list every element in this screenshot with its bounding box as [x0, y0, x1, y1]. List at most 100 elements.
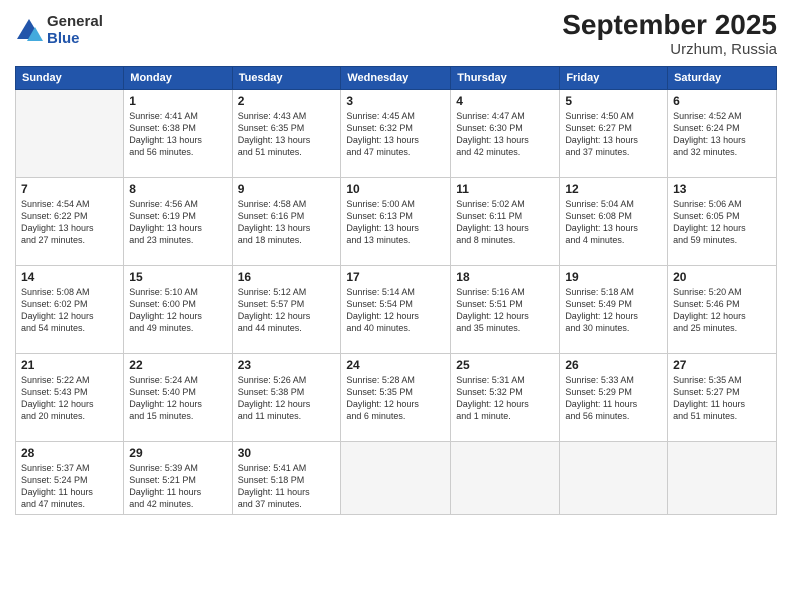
day-number: 27 — [673, 358, 771, 372]
day-info: Sunrise: 5:20 AM Sunset: 5:46 PM Dayligh… — [673, 286, 771, 335]
day-number: 7 — [21, 182, 118, 196]
day-number: 9 — [238, 182, 336, 196]
calendar-cell: 2 Sunrise: 4:43 AM Sunset: 6:35 PM Daylig… — [232, 89, 341, 177]
day-number: 20 — [673, 270, 771, 284]
calendar-cell: 28Sunrise: 5:37 AM Sunset: 5:24 PM Dayli… — [16, 441, 124, 515]
header-row: SundayMondayTuesdayWednesdayThursdayFrid… — [16, 66, 777, 89]
day-info: Sunrise: 5:12 AM Sunset: 5:57 PM Dayligh… — [238, 286, 336, 335]
day-number: 24 — [346, 358, 445, 372]
calendar-cell: 8 Sunrise: 4:56 AM Sunset: 6:19 PM Daylig… — [124, 177, 232, 265]
week-row-3: 14 Sunrise: 5:08 AM Sunset: 6:02 PM Dayli… — [16, 265, 777, 353]
day-info: Sunrise: 4:41 AM Sunset: 6:38 PM Dayligh… — [129, 110, 226, 159]
day-number: 22 — [129, 358, 226, 372]
day-number: 10 — [346, 182, 445, 196]
day-info: Sunrise: 5:00 AM Sunset: 6:13 PM Dayligh… — [346, 198, 445, 247]
calendar-cell: 5 Sunrise: 4:50 AM Sunset: 6:27 PM Daylig… — [560, 89, 668, 177]
day-number: 23 — [238, 358, 336, 372]
day-info: Sunrise: 5:31 AM Sunset: 5:32 PM Dayligh… — [456, 374, 554, 423]
header-cell-thursday: Thursday — [451, 66, 560, 89]
day-number: 8 — [129, 182, 226, 196]
calendar-cell — [16, 89, 124, 177]
week-row-5: 28Sunrise: 5:37 AM Sunset: 5:24 PM Dayli… — [16, 441, 777, 515]
calendar-cell: 26Sunrise: 5:33 AM Sunset: 5:29 PM Dayli… — [560, 353, 668, 441]
day-info: Sunrise: 5:26 AM Sunset: 5:38 PM Dayligh… — [238, 374, 336, 423]
calendar-cell: 15 Sunrise: 5:10 AM Sunset: 6:00 PM Dayli… — [124, 265, 232, 353]
day-info: Sunrise: 5:18 AM Sunset: 5:49 PM Dayligh… — [565, 286, 662, 335]
day-info: Sunrise: 5:39 AM Sunset: 5:21 PM Dayligh… — [129, 462, 226, 511]
calendar-cell: 13 Sunrise: 5:06 AM Sunset: 6:05 PM Dayli… — [668, 177, 777, 265]
week-row-1: 1Sunrise: 4:41 AM Sunset: 6:38 PM Daylig… — [16, 89, 777, 177]
calendar-cell: 10 Sunrise: 5:00 AM Sunset: 6:13 PM Dayli… — [341, 177, 451, 265]
day-info: Sunrise: 5:28 AM Sunset: 5:35 PM Dayligh… — [346, 374, 445, 423]
calendar-cell: 4 Sunrise: 4:47 AM Sunset: 6:30 PM Daylig… — [451, 89, 560, 177]
calendar-table: SundayMondayTuesdayWednesdayThursdayFrid… — [15, 66, 777, 516]
day-info: Sunrise: 4:45 AM Sunset: 6:32 PM Dayligh… — [346, 110, 445, 159]
calendar-cell: 17Sunrise: 5:14 AM Sunset: 5:54 PM Dayli… — [341, 265, 451, 353]
day-number: 11 — [456, 182, 554, 196]
day-number: 30 — [238, 446, 336, 460]
day-number: 3 — [346, 94, 445, 108]
day-number: 13 — [673, 182, 771, 196]
calendar-cell: 9 Sunrise: 4:58 AM Sunset: 6:16 PM Daylig… — [232, 177, 341, 265]
header-cell-saturday: Saturday — [668, 66, 777, 89]
calendar-cell: 30 Sunrise: 5:41 AM Sunset: 5:18 PM Dayli… — [232, 441, 341, 515]
logo: General Blue — [15, 14, 103, 47]
day-info: Sunrise: 4:50 AM Sunset: 6:27 PM Dayligh… — [565, 110, 662, 159]
calendar-cell: 22 Sunrise: 5:24 AM Sunset: 5:40 PM Dayli… — [124, 353, 232, 441]
day-info: Sunrise: 4:56 AM Sunset: 6:19 PM Dayligh… — [129, 198, 226, 247]
calendar-cell: 27Sunrise: 5:35 AM Sunset: 5:27 PM Dayli… — [668, 353, 777, 441]
week-row-4: 21Sunrise: 5:22 AM Sunset: 5:43 PM Dayli… — [16, 353, 777, 441]
day-number: 17 — [346, 270, 445, 284]
day-number: 28 — [21, 446, 118, 460]
day-number: 18 — [456, 270, 554, 284]
logo-text: General Blue — [47, 14, 103, 47]
day-number: 5 — [565, 94, 662, 108]
day-info: Sunrise: 5:16 AM Sunset: 5:51 PM Dayligh… — [456, 286, 554, 335]
day-info: Sunrise: 4:47 AM Sunset: 6:30 PM Dayligh… — [456, 110, 554, 159]
title-block: September 2025 Urzhum, Russia — [562, 10, 777, 58]
day-info: Sunrise: 4:54 AM Sunset: 6:22 PM Dayligh… — [21, 198, 118, 247]
day-number: 16 — [238, 270, 336, 284]
calendar-cell — [668, 441, 777, 515]
day-info: Sunrise: 5:41 AM Sunset: 5:18 PM Dayligh… — [238, 462, 336, 511]
day-info: Sunrise: 4:43 AM Sunset: 6:35 PM Dayligh… — [238, 110, 336, 159]
calendar-cell — [560, 441, 668, 515]
calendar-cell: 3 Sunrise: 4:45 AM Sunset: 6:32 PM Daylig… — [341, 89, 451, 177]
day-info: Sunrise: 4:52 AM Sunset: 6:24 PM Dayligh… — [673, 110, 771, 159]
day-info: Sunrise: 5:06 AM Sunset: 6:05 PM Dayligh… — [673, 198, 771, 247]
calendar-cell: 29 Sunrise: 5:39 AM Sunset: 5:21 PM Dayli… — [124, 441, 232, 515]
day-info: Sunrise: 5:24 AM Sunset: 5:40 PM Dayligh… — [129, 374, 226, 423]
calendar-header: SundayMondayTuesdayWednesdayThursdayFrid… — [16, 66, 777, 89]
day-number: 4 — [456, 94, 554, 108]
day-info: Sunrise: 5:22 AM Sunset: 5:43 PM Dayligh… — [21, 374, 118, 423]
day-info: Sunrise: 4:58 AM Sunset: 6:16 PM Dayligh… — [238, 198, 336, 247]
calendar-cell: 24 Sunrise: 5:28 AM Sunset: 5:35 PM Dayli… — [341, 353, 451, 441]
calendar-cell: 19 Sunrise: 5:18 AM Sunset: 5:49 PM Dayli… — [560, 265, 668, 353]
header-cell-monday: Monday — [124, 66, 232, 89]
calendar-cell: 20 Sunrise: 5:20 AM Sunset: 5:46 PM Dayli… — [668, 265, 777, 353]
calendar-cell: 14 Sunrise: 5:08 AM Sunset: 6:02 PM Dayli… — [16, 265, 124, 353]
calendar-cell: 1Sunrise: 4:41 AM Sunset: 6:38 PM Daylig… — [124, 89, 232, 177]
day-info: Sunrise: 5:04 AM Sunset: 6:08 PM Dayligh… — [565, 198, 662, 247]
day-number: 6 — [673, 94, 771, 108]
day-info: Sunrise: 5:33 AM Sunset: 5:29 PM Dayligh… — [565, 374, 662, 423]
header: General Blue September 2025 Urzhum, Russ… — [15, 10, 777, 58]
day-info: Sunrise: 5:10 AM Sunset: 6:00 PM Dayligh… — [129, 286, 226, 335]
day-number: 19 — [565, 270, 662, 284]
calendar-cell: 25Sunrise: 5:31 AM Sunset: 5:32 PM Dayli… — [451, 353, 560, 441]
header-cell-wednesday: Wednesday — [341, 66, 451, 89]
week-row-2: 7 Sunrise: 4:54 AM Sunset: 6:22 PM Daylig… — [16, 177, 777, 265]
day-number: 29 — [129, 446, 226, 460]
header-cell-sunday: Sunday — [16, 66, 124, 89]
page: General Blue September 2025 Urzhum, Russ… — [0, 0, 792, 612]
calendar-cell — [341, 441, 451, 515]
day-info: Sunrise: 5:08 AM Sunset: 6:02 PM Dayligh… — [21, 286, 118, 335]
calendar-body: 1Sunrise: 4:41 AM Sunset: 6:38 PM Daylig… — [16, 89, 777, 515]
calendar-cell — [451, 441, 560, 515]
calendar-cell: 21Sunrise: 5:22 AM Sunset: 5:43 PM Dayli… — [16, 353, 124, 441]
day-number: 2 — [238, 94, 336, 108]
page-title: September 2025 — [562, 10, 777, 41]
day-number: 15 — [129, 270, 226, 284]
day-number: 14 — [21, 270, 118, 284]
calendar-cell: 23 Sunrise: 5:26 AM Sunset: 5:38 PM Dayli… — [232, 353, 341, 441]
